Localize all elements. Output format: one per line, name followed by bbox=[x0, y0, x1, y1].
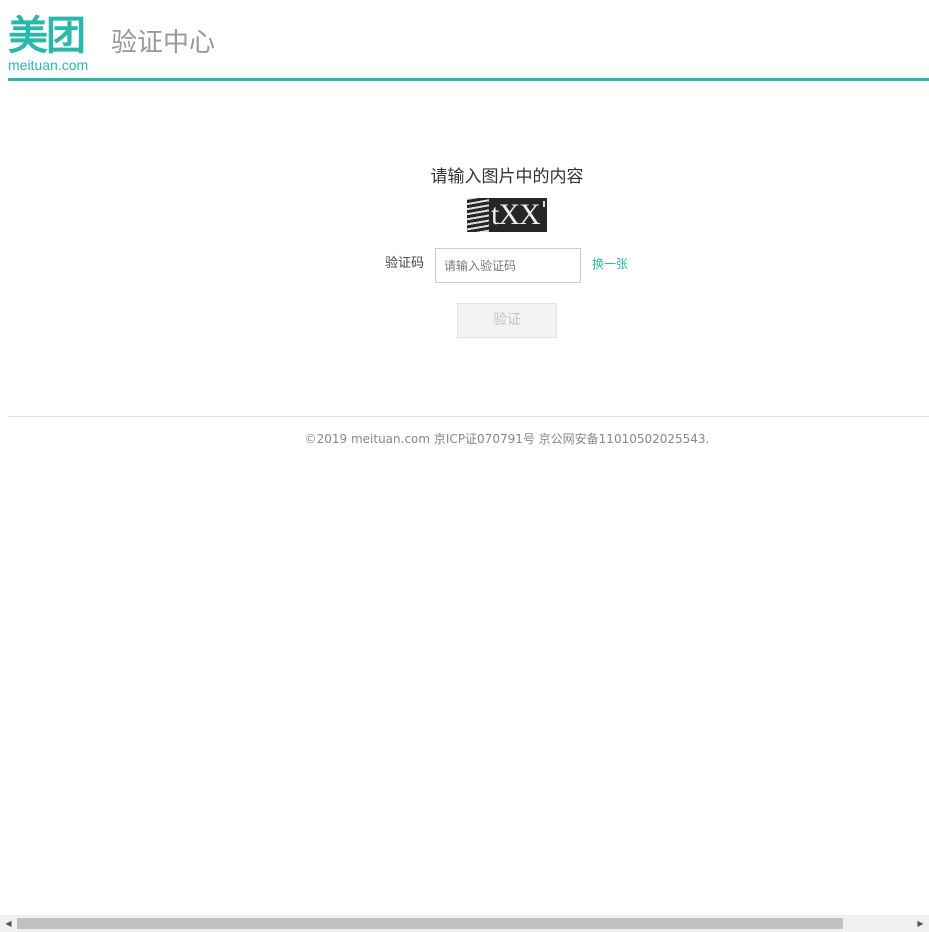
scroll-right-arrow-icon[interactable]: ▶ bbox=[912, 915, 929, 932]
footer-divider bbox=[8, 416, 929, 417]
scrollbar-thumb[interactable] bbox=[17, 918, 843, 929]
logo-chinese-text: 美团 bbox=[8, 13, 86, 59]
scroll-left-arrow-icon[interactable]: ◀ bbox=[0, 915, 17, 932]
captcha-noise-mark bbox=[543, 201, 545, 207]
horizontal-scrollbar[interactable]: ◀ ▶ bbox=[0, 915, 929, 932]
meituan-logo[interactable]: 美团 meituan.com bbox=[8, 14, 94, 74]
logo-domain-text: meituan.com bbox=[8, 57, 89, 73]
captcha-prompt: 请输入图片中的内容 bbox=[430, 167, 584, 187]
page-title: 验证中心 bbox=[111, 28, 216, 58]
verify-button[interactable]: 验证 bbox=[457, 303, 557, 338]
code-field-label: 验证码 bbox=[385, 256, 425, 271]
header: 美团 meituan.com 验证中心 bbox=[8, 0, 929, 81]
footer-copyright: ©2019 meituan.com 京ICP证070791号 京公网安备1101… bbox=[304, 432, 710, 446]
page: 美团 meituan.com 验证中心 请输入图片中的内容 tXX 验证码 换一… bbox=[0, 0, 929, 932]
refresh-captcha-link[interactable]: 换一张 bbox=[592, 255, 628, 273]
captcha-image-text: tXX bbox=[491, 198, 541, 231]
captcha-code-input[interactable] bbox=[435, 248, 581, 283]
captcha-image[interactable]: tXX bbox=[467, 198, 547, 232]
captcha-noise-stripes bbox=[467, 198, 489, 232]
